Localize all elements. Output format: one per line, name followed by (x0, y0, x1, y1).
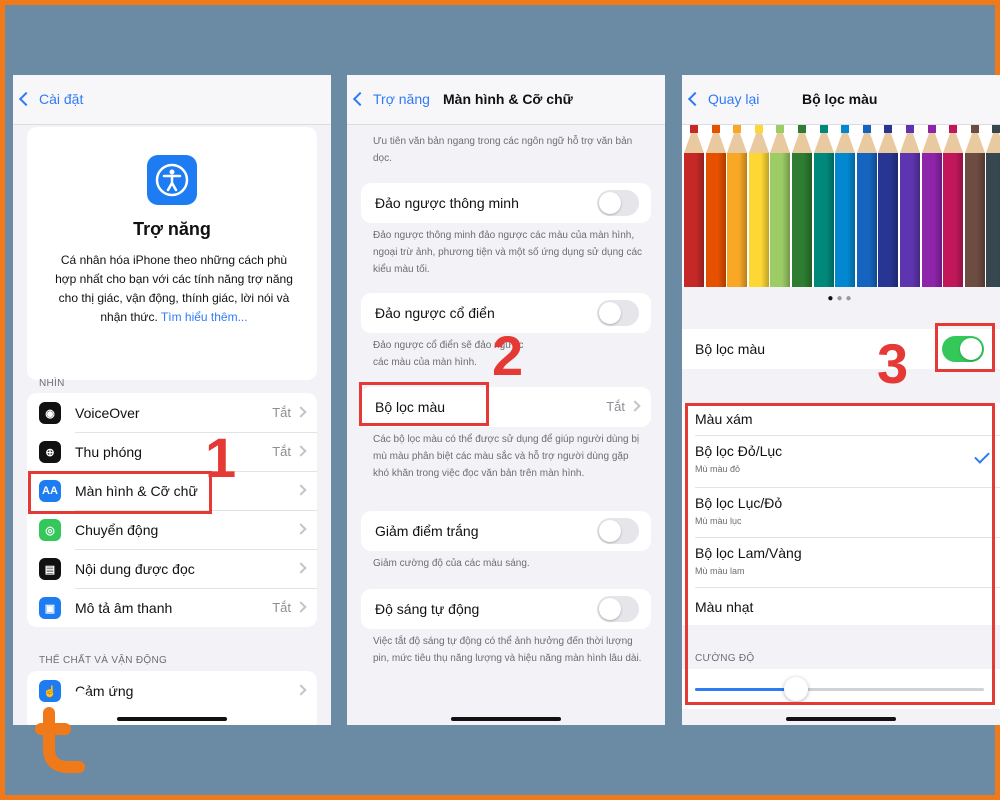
section-header-vision: NHÌN (39, 378, 65, 389)
reduce-white-row: Giảm điểm trắng (361, 511, 651, 551)
pencil-12 (943, 125, 964, 287)
color-filters-screen: Quay lại Bộ lọc màu ●●● Bộ lọc màu Màu x… (682, 75, 1000, 725)
item-value: Tắt (272, 444, 291, 459)
setting-label: Bộ lọc màu (695, 340, 766, 357)
page-heading: Trợ năng (133, 219, 211, 239)
chevron-right-icon (295, 484, 307, 496)
classic-invert-toggle[interactable] (597, 300, 639, 326)
highlight-box-3a (935, 323, 995, 372)
chevron-left-icon (687, 91, 703, 107)
back-label: Quay lại (708, 91, 760, 107)
brand-logo (35, 685, 105, 775)
item-label: Nội dung được đọc (75, 560, 195, 577)
pencil-0 (684, 125, 704, 287)
pencil-4 (770, 125, 791, 287)
list-item-audio-description[interactable]: ▣ Mô tả âm thanh Tắt (27, 588, 317, 627)
chevron-right-icon (295, 406, 307, 418)
pencil-1 (705, 125, 726, 287)
home-indicator (117, 717, 227, 721)
step-number-3: 3 (877, 332, 909, 395)
list-item-voiceover[interactable]: ◉ VoiceOver Tắt (27, 393, 317, 432)
home-indicator (451, 717, 561, 721)
item-value: Tắt (272, 600, 291, 615)
highlight-box-1 (28, 471, 212, 514)
motion-icon: ◎ (39, 519, 61, 541)
background-frame: Cài đặt Trợ năng Cá nhân hóa iPhone theo… (0, 0, 1000, 800)
footnote: Việc tắt độ sáng tự động có thể ảnh hưởn… (373, 636, 642, 664)
pencil-2 (727, 125, 748, 287)
zoom-icon: ⊕ (39, 441, 61, 463)
list-item-motion[interactable]: ◎ Chuyển động (27, 510, 317, 549)
display-text-size-screen: Trợ năng Màn hình & Cỡ chữ Ưu tiên văn b… (347, 75, 665, 725)
step-number-1: 1 (205, 426, 237, 489)
setting-label: Độ sáng tự động (375, 600, 480, 617)
chevron-right-icon (629, 400, 641, 412)
voiceover-icon: ◉ (39, 402, 61, 424)
smart-invert-row: Đảo ngược thông minh (361, 183, 651, 223)
page-title: Bộ lọc màu (802, 91, 878, 107)
chevron-right-icon (295, 562, 307, 574)
item-value: Tắt (272, 405, 291, 420)
back-label: Trợ năng (373, 91, 430, 107)
nav-bar: Cài đặt (13, 75, 331, 125)
step-number-2: 2 (492, 324, 524, 387)
chevron-left-icon (18, 91, 34, 107)
page-title: Màn hình & Cỡ chữ (443, 91, 573, 107)
highlight-box-3b (685, 403, 995, 705)
back-label: Cài đặt (39, 91, 84, 107)
item-label: Mô tả âm thanh (75, 599, 173, 616)
auto-brightness-toggle[interactable] (597, 596, 639, 622)
spoken-content-icon: ▤ (39, 558, 61, 580)
nav-bar: Trợ năng Màn hình & Cỡ chữ (347, 75, 665, 125)
setting-value: Tắt (606, 399, 625, 414)
accessibility-screen: Cài đặt Trợ năng Cá nhân hóa iPhone theo… (13, 75, 331, 725)
footnote: Giảm cường độ của các màu sáng. (373, 558, 530, 569)
color-preview-image (682, 125, 1000, 287)
item-label: Chuyển động (75, 521, 159, 538)
back-button[interactable]: Trợ năng (352, 91, 430, 107)
list-item-zoom[interactable]: ⊕ Thu phóng Tắt (27, 432, 317, 471)
pencil-13 (964, 125, 985, 287)
learn-more-link[interactable]: Tìm hiểu thêm... (161, 310, 248, 324)
home-indicator (786, 717, 896, 721)
highlight-box-2 (359, 382, 489, 426)
nav-bar: Quay lại Bộ lọc màu (682, 75, 1000, 125)
back-button[interactable]: Cài đặt (18, 91, 84, 107)
accessibility-icon (147, 155, 197, 205)
pencil-7 (835, 125, 856, 287)
setting-label: Đảo ngược cổ điển (375, 304, 495, 321)
reduce-white-toggle[interactable] (597, 518, 639, 544)
auto-brightness-row: Độ sáng tự động (361, 589, 651, 629)
page-dots: ●●● (827, 293, 855, 304)
pencil-5 (792, 125, 812, 287)
pencil-10 (900, 125, 920, 287)
footnote: Đảo ngược thông minh đảo ngược các màu c… (373, 230, 643, 275)
list-item-spoken-content[interactable]: ▤ Nội dung được đọc (27, 549, 317, 588)
footnote: Các bộ lọc màu có thể được sử dụng để gi… (373, 434, 640, 479)
chevron-right-icon (295, 601, 307, 613)
intro-card: Trợ năng Cá nhân hóa iPhone theo những c… (27, 127, 317, 380)
item-label: Thu phóng (75, 443, 142, 460)
item-label: VoiceOver (75, 404, 140, 421)
setting-label: Giảm điểm trắng (375, 522, 479, 539)
pencil-6 (813, 125, 834, 287)
setting-label: Đảo ngược thông minh (375, 194, 519, 211)
section-header-physical: THỂ CHẤT VÀ VẬN ĐỘNG (39, 655, 168, 666)
chevron-right-icon (295, 445, 307, 457)
audio-description-icon: ▣ (39, 597, 61, 619)
pencil-9 (878, 125, 899, 287)
pencil-11 (921, 125, 942, 287)
smart-invert-toggle[interactable] (597, 190, 639, 216)
pencil-8 (856, 125, 877, 287)
footnote: Ưu tiên văn bản ngang trong các ngôn ngữ… (373, 136, 633, 164)
pencil-14 (986, 125, 1000, 287)
chevron-left-icon (352, 91, 368, 107)
pencil-3 (748, 125, 769, 287)
chevron-right-icon (295, 684, 307, 696)
intro-description: Cá nhân hóa iPhone theo những cách phù h… (55, 253, 293, 324)
back-button[interactable]: Quay lại (687, 91, 760, 107)
chevron-right-icon (295, 523, 307, 535)
